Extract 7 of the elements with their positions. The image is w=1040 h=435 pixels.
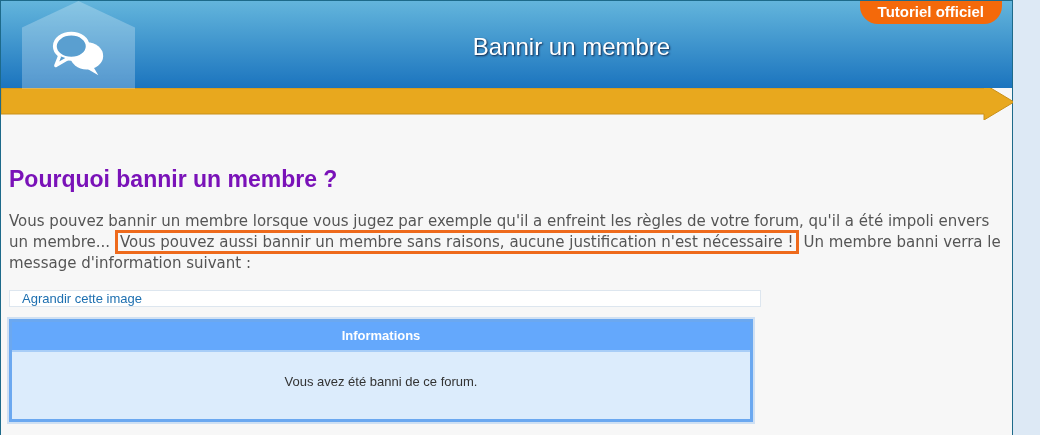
page-title: Bannir un membre xyxy=(472,32,671,61)
paragraph: Vous pouvez bannir un membre lorsque vous jugez par exemple qu'il a enfreint les règles de votre forum, qu'il a été impoli envers un membre... Vous pouvez aussi bannir un membre sans raisons, aucune justification n'est nécessaire ! Un membre banni verra le message d'information suivant : xyxy=(9,211,1002,274)
info-box-title: Informations xyxy=(12,322,750,352)
enlarge-image-link[interactable]: Agrandir cette image xyxy=(22,291,142,306)
section-heading: Pourquoi bannir un membre ? xyxy=(9,166,339,193)
info-message: Vous avez été banni de ce forum. xyxy=(283,373,479,391)
official-tutorial-badge: Tutoriel officiel xyxy=(859,1,1002,24)
